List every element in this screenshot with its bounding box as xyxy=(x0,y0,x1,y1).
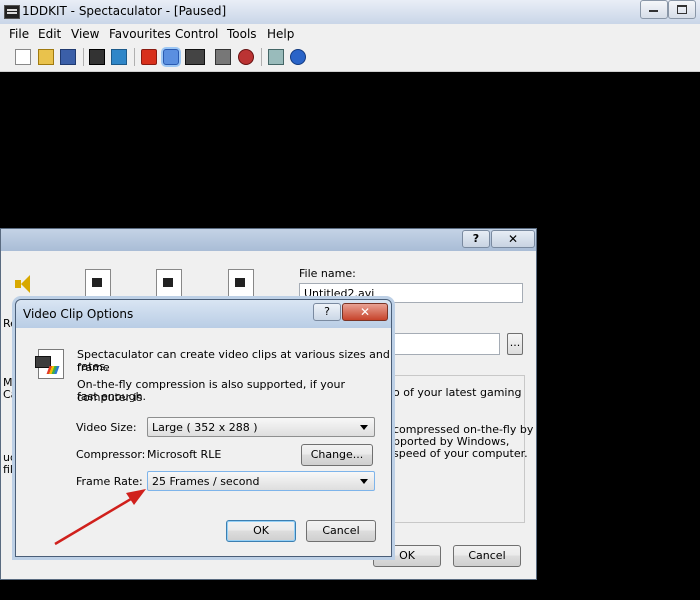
arrow-head xyxy=(126,489,146,505)
annotation-arrow xyxy=(54,489,146,546)
arrow-shaft xyxy=(54,494,137,546)
